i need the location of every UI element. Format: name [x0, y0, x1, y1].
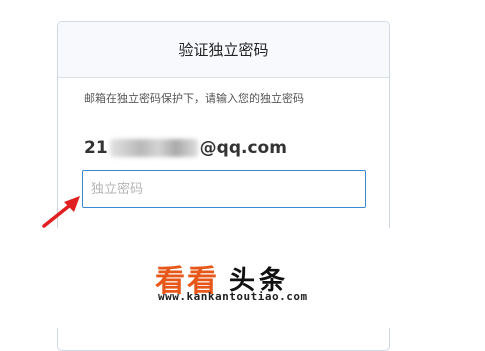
- email-redacted-blur: [109, 139, 198, 157]
- dialog-header: 验证独立密码: [58, 22, 389, 78]
- watermark-overlay: 看看 头条 www.kankantoutiao.com: [0, 228, 485, 328]
- dialog-title: 验证独立密码: [178, 41, 269, 59]
- independent-password-input[interactable]: [82, 170, 366, 208]
- annotation-arrow-icon: [42, 196, 80, 228]
- watermark-url: www.kankantoutiao.com: [158, 290, 308, 303]
- email-suffix: @qq.com: [199, 138, 287, 158]
- email-prefix: 21: [84, 138, 108, 158]
- dialog-description: 邮箱在独立密码保护下，请输入您的独立密码: [84, 92, 304, 105]
- email-address: 21 @qq.com: [84, 136, 287, 160]
